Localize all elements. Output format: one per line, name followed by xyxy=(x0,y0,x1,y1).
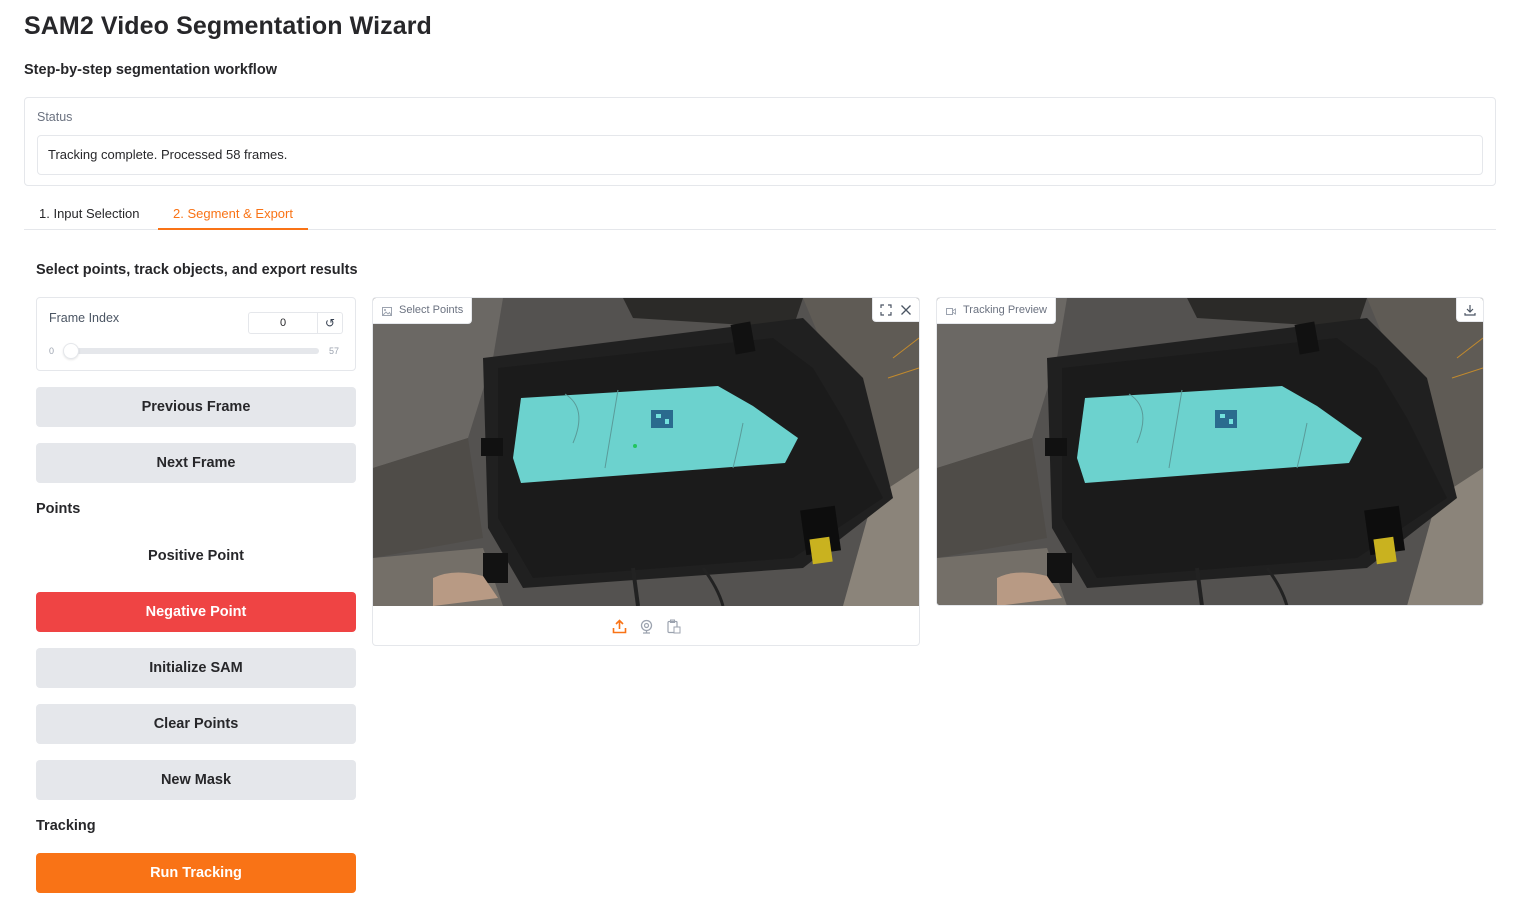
status-box: Status Tracking complete. Processed 58 f… xyxy=(24,97,1496,186)
webcam-icon[interactable] xyxy=(638,618,655,635)
refresh-icon[interactable]: ↺ xyxy=(318,312,343,334)
frame-index-label: Frame Index xyxy=(49,311,120,325)
new-mask-button[interactable]: New Mask xyxy=(36,760,356,800)
slider-max-label: 57 xyxy=(329,346,340,356)
slider-min-label: 0 xyxy=(49,346,55,356)
select-points-label-tag: Select Points xyxy=(373,298,473,324)
app-root: SAM2 Video Segmentation Wizard Step-by-s… xyxy=(0,0,1538,909)
close-icon[interactable] xyxy=(896,300,916,320)
fullscreen-icon[interactable] xyxy=(876,300,896,320)
points-group-label: Points xyxy=(36,501,81,517)
tab-input-selection[interactable]: 1. Input Selection xyxy=(39,206,139,230)
tab-bar: 1. Input Selection 2. Segment & Export xyxy=(24,198,1496,230)
positive-point-button[interactable]: Positive Point xyxy=(36,536,356,576)
initialize-sam-button[interactable]: Initialize SAM xyxy=(36,648,356,688)
app-subtitle: Step-by-step segmentation workflow xyxy=(24,62,277,78)
clipboard-icon[interactable] xyxy=(665,618,682,635)
next-frame-button[interactable]: Next Frame xyxy=(36,443,356,483)
app-title: SAM2 Video Segmentation Wizard xyxy=(24,12,432,40)
slider-thumb[interactable] xyxy=(63,343,79,359)
frame-index-slider[interactable] xyxy=(63,343,319,359)
image-icon xyxy=(382,307,392,316)
tracking-preview-corner-buttons xyxy=(1456,298,1483,322)
select-points-image[interactable] xyxy=(373,298,919,606)
select-points-label: Select Points xyxy=(399,304,464,316)
tab-segment-export[interactable]: 2. Segment & Export xyxy=(158,206,308,230)
select-points-corner-buttons xyxy=(872,298,919,322)
section-heading: Select points, track objects, and export… xyxy=(36,262,358,278)
video-icon xyxy=(946,308,956,315)
previous-frame-button[interactable]: Previous Frame xyxy=(36,387,356,427)
select-points-panel: Select Points xyxy=(372,297,920,646)
clear-points-button[interactable]: Clear Points xyxy=(36,704,356,744)
tracking-preview-panel: Tracking Preview xyxy=(936,297,1484,606)
negative-point-button[interactable]: Negative Point xyxy=(36,592,356,632)
status-label: Status xyxy=(37,110,73,124)
frame-index-slider-box: Frame Index 0 ↺ 0 57 xyxy=(36,297,356,371)
download-icon[interactable] xyxy=(1460,300,1480,320)
status-textbox[interactable]: Tracking complete. Processed 58 frames. xyxy=(37,135,1483,175)
tracking-preview-label-tag: Tracking Preview xyxy=(937,298,1056,324)
tracking-group-label: Tracking xyxy=(36,818,96,834)
run-tracking-button[interactable]: Run Tracking xyxy=(36,853,356,893)
select-points-source-bar xyxy=(373,606,919,645)
tracking-preview-video[interactable] xyxy=(937,298,1483,606)
frame-index-number-input[interactable]: 0 xyxy=(248,312,318,334)
tracking-preview-label: Tracking Preview xyxy=(963,304,1047,316)
upload-icon[interactable] xyxy=(611,618,628,635)
